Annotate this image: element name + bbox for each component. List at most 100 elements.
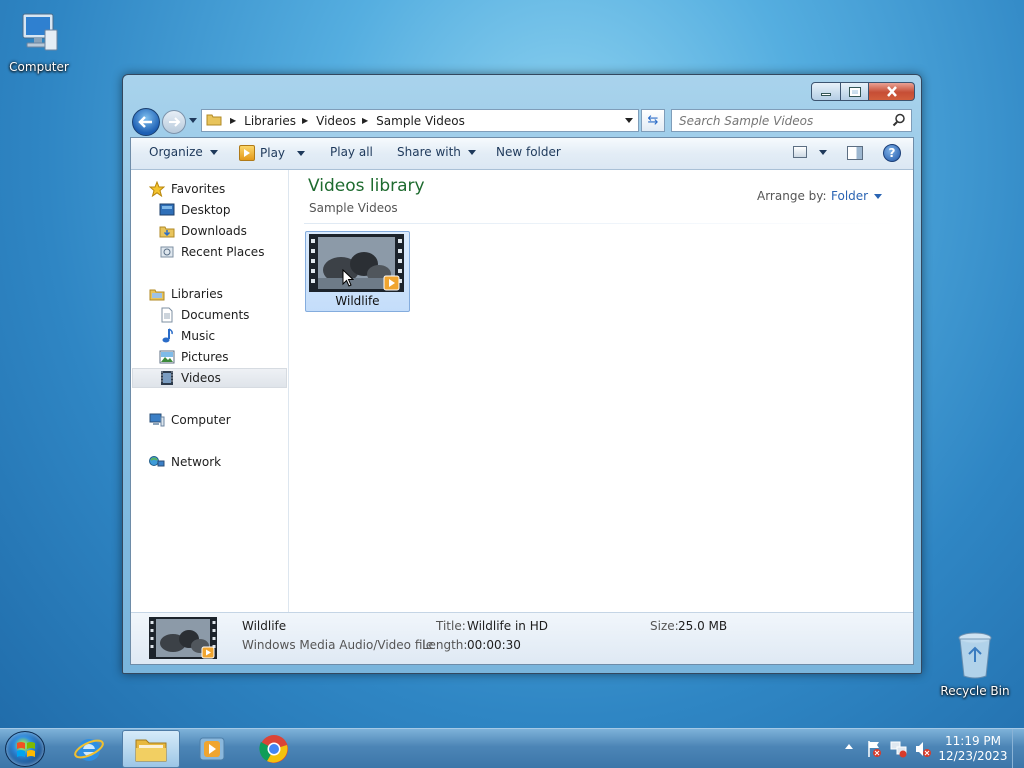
play-label: Play (260, 146, 286, 160)
share-with-label: Share with (397, 145, 461, 159)
clock-time: 11:19 PM (945, 734, 1001, 748)
nav-pictures-label: Pictures (181, 350, 229, 364)
taskbar-chrome[interactable] (245, 730, 303, 768)
share-with-button[interactable]: Share with (397, 145, 476, 159)
file-item-wildlife[interactable]: Wildlife (305, 231, 410, 312)
network-tray-icon[interactable] (890, 740, 908, 761)
desktop-computer-icon[interactable]: Computer (1, 10, 77, 74)
system-clock[interactable]: 11:19 PM 12/23/2023 (938, 734, 1008, 764)
chevron-down-icon (467, 149, 476, 155)
arrow-left-icon (138, 116, 152, 128)
play-icon (239, 145, 255, 161)
chevron-down-icon (874, 193, 883, 199)
close-button[interactable] (869, 82, 915, 101)
back-button[interactable] (132, 108, 160, 136)
breadcrumb-sample-videos[interactable]: Sample Videos (376, 114, 465, 128)
close-icon (886, 86, 897, 97)
desktop-computer-label: Computer (9, 60, 69, 74)
nav-computer[interactable]: Computer (149, 410, 231, 430)
videos-icon (159, 370, 175, 386)
play-all-button[interactable]: Play all (330, 145, 373, 159)
breadcrumb-videos[interactable]: Videos (316, 114, 356, 128)
network-icon (149, 454, 165, 470)
forward-button[interactable] (162, 110, 186, 134)
help-icon: ? (883, 144, 901, 162)
nav-libraries[interactable]: Libraries (149, 284, 223, 304)
help-button[interactable]: ? (883, 144, 901, 162)
recycle-bin-icon (955, 630, 995, 680)
minimize-icon (821, 93, 831, 96)
arrange-by-dropdown[interactable]: Folder (831, 189, 883, 203)
taskbar-internet-explorer[interactable] (60, 730, 118, 768)
nav-computer-label: Computer (171, 413, 231, 427)
internet-explorer-icon (74, 739, 104, 761)
restore-icon (848, 86, 861, 97)
windows-logo-icon (17, 742, 35, 757)
chevron-down-icon (209, 149, 218, 155)
preview-pane-icon (847, 146, 863, 160)
nav-downloads[interactable]: Downloads (159, 221, 247, 241)
media-player-icon (199, 737, 225, 761)
star-icon (149, 181, 165, 197)
refresh-icon: ⇆ (647, 113, 659, 128)
breadcrumb-libraries[interactable]: Libraries (244, 114, 296, 128)
address-dropdown-button[interactable] (620, 110, 638, 131)
chevron-up-icon (845, 744, 853, 749)
nav-libraries-label: Libraries (171, 287, 223, 301)
content-divider (304, 223, 900, 224)
nav-recent-places-label: Recent Places (181, 245, 265, 259)
change-view-button[interactable] (793, 146, 827, 158)
new-folder-button[interactable]: New folder (496, 145, 561, 159)
details-file-type: Windows Media Audio/Video file (242, 638, 434, 652)
recent-places-icon (159, 244, 175, 260)
details-pane: Wildlife Windows Media Audio/Video file … (131, 612, 913, 664)
search-icon (892, 113, 906, 130)
action-center-icon[interactable] (866, 740, 882, 761)
desktop-recycle-bin-icon[interactable]: Recycle Bin (937, 630, 1013, 698)
caption-buttons (811, 82, 915, 101)
recent-pages-dropdown[interactable] (189, 118, 197, 123)
breadcrumb-separator-icon: ▶ (230, 116, 237, 125)
search-input[interactable] (679, 113, 889, 128)
taskbar-windows-explorer[interactable] (122, 730, 180, 768)
details-title-value[interactable]: Wildlife in HD (467, 619, 548, 633)
nav-music-label: Music (181, 329, 216, 343)
organize-button[interactable]: Organize (149, 145, 218, 159)
nav-network-label: Network (171, 455, 222, 469)
chevron-down-icon (297, 150, 306, 156)
nav-pictures[interactable]: Pictures (159, 347, 229, 367)
navigation-pane: Favorites Desktop Downloads Recent Place… (131, 170, 289, 612)
nav-videos-label: Videos (181, 371, 221, 385)
nav-videos[interactable]: Videos (132, 368, 287, 388)
refresh-button[interactable]: ⇆ (641, 109, 665, 132)
play-all-label: Play all (330, 145, 373, 159)
show-hidden-icons-button[interactable] (845, 744, 853, 749)
clock-date: 12/23/2023 (938, 749, 1008, 763)
details-length-label: Length: (422, 638, 468, 652)
nav-documents[interactable]: Documents (159, 305, 249, 325)
address-bar[interactable]: ▶ Libraries ▶ Videos ▶ Sample Videos (201, 109, 639, 132)
volume-muted-icon[interactable] (914, 740, 932, 761)
nav-recent-places[interactable]: Recent Places (159, 242, 264, 262)
details-title-label: Title: (436, 619, 466, 633)
taskbar: 11:19 PM 12/23/2023 (0, 728, 1024, 768)
nav-music[interactable]: Music (159, 326, 215, 346)
libraries-icon (149, 286, 165, 302)
minimize-button[interactable] (811, 82, 841, 101)
details-size-label: Size: (650, 619, 679, 633)
search-box[interactable] (671, 109, 912, 132)
arrow-right-icon (169, 117, 181, 127)
nav-favorites[interactable]: Favorites (149, 179, 225, 199)
maximize-button[interactable] (841, 82, 869, 101)
video-thumbnail (309, 234, 404, 292)
nav-desktop[interactable]: Desktop (159, 200, 231, 220)
details-length-value: 00:00:30 (467, 638, 521, 652)
command-bar: Organize Play Play all Share with New fo… (131, 138, 913, 170)
start-button[interactable] (5, 731, 45, 767)
show-desktop-button[interactable] (1012, 729, 1024, 768)
explorer-window[interactable]: ▶ Libraries ▶ Videos ▶ Sample Videos ⇆ O… (122, 74, 922, 674)
nav-network[interactable]: Network (149, 452, 221, 472)
preview-pane-button[interactable] (847, 146, 863, 160)
play-button[interactable]: Play (239, 145, 306, 161)
taskbar-media-player[interactable] (183, 730, 241, 768)
